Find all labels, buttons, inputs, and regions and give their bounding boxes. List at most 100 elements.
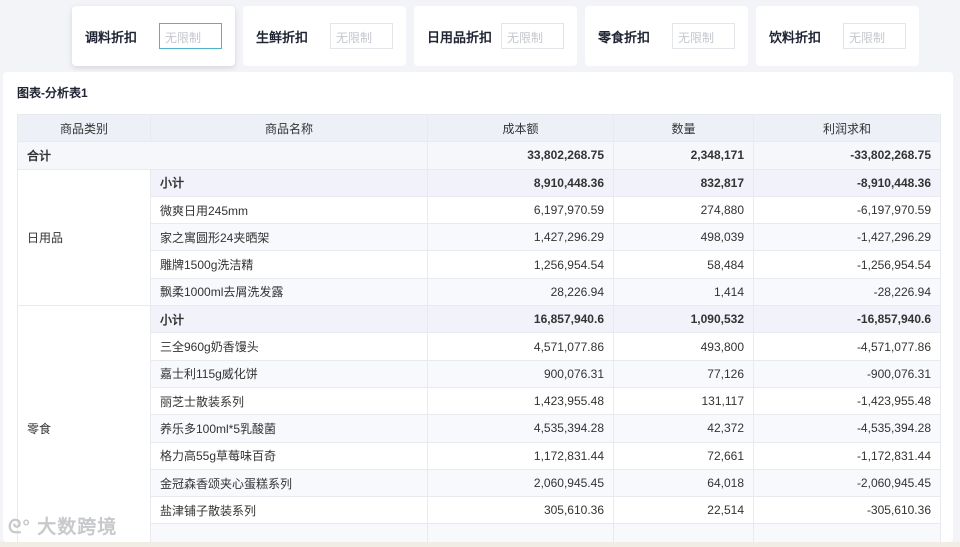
filter-card: 生鲜折扣 无限制 xyxy=(243,6,406,66)
profit-cell: -1,256,954.54 xyxy=(753,250,941,279)
subtotal-qty: 832,817 xyxy=(613,168,754,197)
cost-cell: 1,427,296.29 xyxy=(427,223,614,252)
product-name: 微爽日用245mm xyxy=(150,195,428,225)
table-row: 盐津铺子散装系列 305,610.36 22,514 -305,610.36 xyxy=(18,496,941,525)
filter-label: 饮料折扣 xyxy=(769,29,822,45)
product-name: 格力高55g草莓味百奇 xyxy=(150,441,428,470)
filter-card: 饮料折扣 无限制 xyxy=(756,6,919,66)
subtotal-cost: 8,910,448.36 xyxy=(427,168,614,197)
qty-cell: 493,800 xyxy=(613,332,754,361)
filter-label: 零食折扣 xyxy=(598,29,651,45)
discount-input[interactable]: 无限制 xyxy=(672,23,735,49)
category-cell: 零食 xyxy=(17,305,151,542)
filter-label: 生鲜折扣 xyxy=(256,29,309,45)
total-profit: -33,802,268.75 xyxy=(753,141,941,170)
total-cost: 33,802,268.75 xyxy=(427,141,614,170)
analysis-table: 商品类别 商品名称 成本额 数量 利润求和 合计 33,802,268.75 2… xyxy=(17,113,941,542)
qty-cell: 77,126 xyxy=(613,359,754,388)
total-qty: 2,348,171 xyxy=(613,141,754,170)
product-name xyxy=(150,523,428,542)
filter-label: 调料折扣 xyxy=(85,29,138,45)
cost-cell: 4,535,394.28 xyxy=(427,414,614,443)
discount-input[interactable]: 无限制 xyxy=(159,23,222,49)
cost-cell xyxy=(427,523,614,542)
subtotal-cost: 16,857,940.6 xyxy=(427,305,614,334)
cost-cell: 1,172,831.44 xyxy=(427,441,614,470)
panel-title: 图表-分析表1 xyxy=(17,86,88,100)
profit-cell xyxy=(753,523,941,542)
profit-cell: -305,610.36 xyxy=(753,496,941,525)
column-header-category[interactable]: 商品类别 xyxy=(17,113,151,143)
profit-cell: -1,423,955.48 xyxy=(753,386,941,416)
qty-cell: 72,661 xyxy=(613,441,754,470)
subtotal-profit: -8,910,448.36 xyxy=(753,168,941,197)
category-cell: 日用品 xyxy=(17,168,151,307)
subtotal-label: 小计 xyxy=(150,305,428,334)
product-name: 飘柔1000ml去屑洗发露 xyxy=(150,277,428,307)
profit-cell: -2,060,945.45 xyxy=(753,468,941,498)
filter-card: 日用品折扣 无限制 xyxy=(414,6,577,66)
filter-bar: 调料折扣 无限制 生鲜折扣 无限制 日用品折扣 无限制 零食折扣 无限制 饮料折扣 无限制 xyxy=(72,6,919,66)
qty-cell: 64,018 xyxy=(613,468,754,498)
table-row: 三全960g奶香馒头 4,571,077.86 493,800 -4,571,0… xyxy=(18,332,941,361)
cost-cell: 305,610.36 xyxy=(427,496,614,525)
table-row: 格力高55g草莓味百奇 1,172,831.44 72,661 -1,172,8… xyxy=(18,441,941,470)
table-header: 商品类别 商品名称 成本额 数量 利润求和 xyxy=(17,113,941,143)
product-name: 三全960g奶香馒头 xyxy=(150,332,428,361)
qty-cell xyxy=(613,523,754,542)
table-row: 雕牌1500g洗洁精 1,256,954.54 58,484 -1,256,95… xyxy=(18,250,941,279)
subtotal-profit: -16,857,940.6 xyxy=(753,305,941,334)
cost-cell: 2,060,945.45 xyxy=(427,468,614,498)
table-row: 家之寓圆形24夹晒架 1,427,296.29 498,039 -1,427,2… xyxy=(18,223,941,252)
table-row-clipped xyxy=(18,523,941,542)
table-row: 金冠森香颂夹心蛋糕系列 2,060,945.45 64,018 -2,060,9… xyxy=(18,468,941,498)
column-header-cost[interactable]: 成本额 xyxy=(427,113,614,143)
subtotal-label: 小计 xyxy=(150,168,428,197)
filter-card: 调料折扣 无限制 xyxy=(72,6,235,66)
table-row: 养乐多100ml*5乳酸菌 4,535,394.28 42,372 -4,535… xyxy=(18,414,941,443)
column-header-profit[interactable]: 利润求和 xyxy=(753,113,941,143)
subtotal-row: 日用品 小计 8,910,448.36 832,817 -8,910,448.3… xyxy=(17,168,941,307)
cost-cell: 1,423,955.48 xyxy=(427,386,614,416)
table-row: 微爽日用245mm 6,197,970.59 274,880 -6,197,97… xyxy=(18,195,941,225)
qty-cell: 1,414 xyxy=(613,277,754,307)
filter-label: 日用品折扣 xyxy=(427,29,493,45)
cost-cell: 28,226.94 xyxy=(427,277,614,307)
profit-cell: -900,076.31 xyxy=(753,359,941,388)
profit-cell: -4,571,077.86 xyxy=(753,332,941,361)
analysis-table-panel: 图表-分析表1 商品类别 商品名称 成本额 数量 利润求和 合计 33,802,… xyxy=(3,72,953,542)
product-name: 盐津铺子散装系列 xyxy=(150,496,428,525)
discount-input[interactable]: 无限制 xyxy=(843,23,906,49)
product-name: 养乐多100ml*5乳酸菌 xyxy=(150,414,428,443)
profit-cell: -28,226.94 xyxy=(753,277,941,307)
cost-cell: 900,076.31 xyxy=(427,359,614,388)
profit-cell: -1,172,831.44 xyxy=(753,441,941,470)
qty-cell: 131,117 xyxy=(613,386,754,416)
product-name: 嘉士利115g威化饼 xyxy=(150,359,428,388)
watermark-logo: ᘓ° 大数跨境 xyxy=(8,517,118,538)
cost-cell: 6,197,970.59 xyxy=(427,195,614,225)
subtotal-qty: 1,090,532 xyxy=(613,305,754,334)
product-name: 雕牌1500g洗洁精 xyxy=(150,250,428,279)
qty-cell: 22,514 xyxy=(613,496,754,525)
table-row: 丽芝士散装系列 1,423,955.48 131,117 -1,423,955.… xyxy=(18,386,941,416)
table-row: 飘柔1000ml去屑洗发露 28,226.94 1,414 -28,226.94 xyxy=(18,277,941,307)
discount-input[interactable]: 无限制 xyxy=(330,23,393,49)
qty-cell: 274,880 xyxy=(613,195,754,225)
qty-cell: 42,372 xyxy=(613,414,754,443)
profit-cell: -6,197,970.59 xyxy=(753,195,941,225)
product-name: 丽芝士散装系列 xyxy=(150,386,428,416)
cost-cell: 4,571,077.86 xyxy=(427,332,614,361)
qty-cell: 58,484 xyxy=(613,250,754,279)
product-name: 金冠森香颂夹心蛋糕系列 xyxy=(150,468,428,498)
product-name: 家之寓圆形24夹晒架 xyxy=(150,223,428,252)
cost-cell: 1,256,954.54 xyxy=(427,250,614,279)
bottom-bar xyxy=(0,542,960,547)
table-row: 嘉士利115g威化饼 900,076.31 77,126 -900,076.31 xyxy=(18,359,941,388)
total-label: 合计 xyxy=(17,141,428,170)
total-row: 合计 33,802,268.75 2,348,171 -33,802,268.7… xyxy=(17,141,941,170)
discount-input[interactable]: 无限制 xyxy=(501,23,564,49)
column-header-qty[interactable]: 数量 xyxy=(613,113,754,143)
column-header-name[interactable]: 商品名称 xyxy=(150,113,428,143)
subtotal-row: 零食 小计 16,857,940.6 1,090,532 -16,857,940… xyxy=(17,305,941,542)
